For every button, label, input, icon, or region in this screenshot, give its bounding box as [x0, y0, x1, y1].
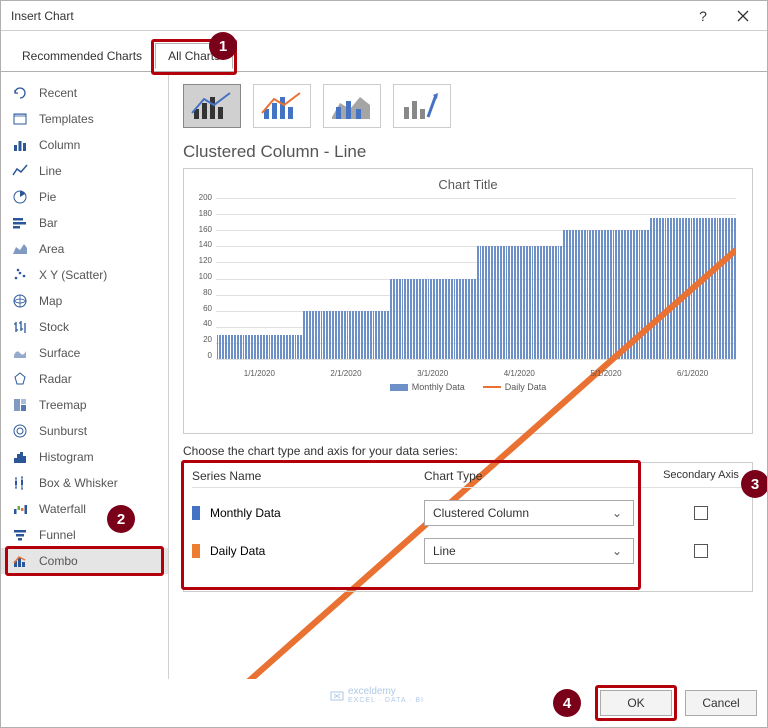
sidebar-item-label: Bar: [39, 216, 58, 230]
sidebar-item-label: Pie: [39, 190, 56, 204]
templates-icon: [11, 110, 29, 128]
sidebar-item-radar[interactable]: Radar: [1, 366, 168, 392]
sidebar-item-recent[interactable]: Recent: [1, 80, 168, 106]
help-button[interactable]: ?: [683, 2, 723, 30]
sidebar-item-label: Surface: [39, 346, 80, 360]
chart-title: Chart Title: [190, 177, 746, 192]
combo-subtype-name: Clustered Column - Line: [183, 142, 753, 162]
recent-icon: [11, 84, 29, 102]
cancel-button[interactable]: Cancel: [685, 690, 757, 716]
callout-badge-3: 3: [741, 470, 767, 498]
chart-body: 200180160140120100806040200 1/1/20202/1/…: [212, 194, 740, 380]
callout-highlight-4: OK: [595, 685, 677, 721]
combo-subtype-icon: [260, 89, 304, 123]
histogram-icon: [11, 448, 29, 466]
dialog-body: Recent Templates Column Line Pie Bar Are…: [1, 71, 767, 679]
secondary-axis-checkbox-monthly[interactable]: [694, 506, 708, 520]
sidebar-item-label: Area: [39, 242, 64, 256]
sidebar-item-label: Templates: [39, 112, 94, 126]
close-button[interactable]: [723, 2, 763, 30]
area-icon: [11, 240, 29, 258]
sidebar-item-label: Line: [39, 164, 62, 178]
subtype-stacked-area-column[interactable]: [323, 84, 381, 128]
subtype-clustered-column-line-secondary[interactable]: [253, 84, 311, 128]
x-axis-ticks: 1/1/20202/1/20203/1/20204/1/20205/1/2020…: [216, 369, 736, 378]
sidebar-item-column[interactable]: Column: [1, 132, 168, 158]
chart-type-sidebar: Recent Templates Column Line Pie Bar Are…: [1, 72, 169, 679]
combo-subtype-icon: [400, 89, 444, 123]
sidebar-item-bar[interactable]: Bar: [1, 210, 168, 236]
sidebar-item-stock[interactable]: Stock: [1, 314, 168, 340]
sidebar-item-label: Histogram: [39, 450, 94, 464]
map-icon: [11, 292, 29, 310]
ok-button[interactable]: OK: [600, 690, 672, 716]
series-config-box: Series Name Chart Type Secondary Axis Mo…: [183, 462, 753, 592]
sidebar-item-histogram[interactable]: Histogram: [1, 444, 168, 470]
sunburst-icon: [11, 422, 29, 440]
dialog-title: Insert Chart: [11, 9, 683, 23]
scatter-icon: [11, 266, 29, 284]
sidebar-item-label: Stock: [39, 320, 69, 334]
line-series: [216, 198, 736, 679]
watermark-logo-icon: [330, 688, 344, 702]
sidebar-item-label: Map: [39, 294, 62, 308]
sidebar-item-templates[interactable]: Templates: [1, 106, 168, 132]
y-axis-ticks: 200180160140120100806040200: [190, 194, 212, 360]
sidebar-item-label: Column: [39, 138, 80, 152]
surface-icon: [11, 344, 29, 362]
title-bar: Insert Chart ?: [1, 1, 767, 31]
radar-icon: [11, 370, 29, 388]
bar-icon: [11, 214, 29, 232]
sidebar-item-pie[interactable]: Pie: [1, 184, 168, 210]
main-panel: Clustered Column - Line Chart Title 2001…: [169, 72, 767, 679]
sidebar-item-surface[interactable]: Surface: [1, 340, 168, 366]
sidebar-item-label: X Y (Scatter): [39, 268, 107, 282]
sidebar-item-map[interactable]: Map: [1, 288, 168, 314]
sidebar-item-box-whisker[interactable]: Box & Whisker: [1, 470, 168, 496]
waterfall-icon: [11, 500, 29, 518]
box-whisker-icon: [11, 474, 29, 492]
sidebar-item-label: Treemap: [39, 398, 87, 412]
treemap-icon: [11, 396, 29, 414]
sidebar-item-scatter[interactable]: X Y (Scatter): [1, 262, 168, 288]
watermark: exceldemy EXCEL · DATA · BI: [330, 686, 424, 704]
watermark-tag: EXCEL · DATA · BI: [348, 697, 424, 704]
line-icon: [11, 162, 29, 180]
callout-highlight-3: [181, 460, 641, 590]
secondary-axis-checkbox-daily[interactable]: [694, 544, 708, 558]
sidebar-item-line[interactable]: Line: [1, 158, 168, 184]
pie-icon: [11, 188, 29, 206]
sidebar-item-label: Funnel: [39, 528, 76, 542]
tab-bar: Recommended Charts All Charts 1: [1, 43, 767, 71]
chart-preview: Chart Title 200180160140120100806040200 …: [183, 168, 753, 434]
sidebar-item-treemap[interactable]: Treemap: [1, 392, 168, 418]
sidebar-item-sunburst[interactable]: Sunburst: [1, 418, 168, 444]
tab-recommended-charts[interactable]: Recommended Charts: [9, 43, 155, 71]
subtype-custom-combo[interactable]: [393, 84, 451, 128]
funnel-icon: [11, 526, 29, 544]
callout-badge-1: 1: [209, 32, 237, 60]
subtype-clustered-column-line[interactable]: [183, 84, 241, 128]
sidebar-item-label: Radar: [39, 372, 72, 386]
sidebar-item-waterfall[interactable]: Waterfall: [1, 496, 168, 522]
combo-subtype-row: [183, 84, 753, 128]
plot-area: [216, 198, 736, 360]
close-icon: [737, 10, 749, 22]
sidebar-item-area[interactable]: Area: [1, 236, 168, 262]
sidebar-item-funnel[interactable]: Funnel: [1, 522, 168, 548]
col-header-axis: Secondary Axis: [658, 469, 744, 483]
insert-chart-dialog: Insert Chart ? Recommended Charts All Ch…: [0, 0, 768, 728]
callout-highlight-2: [5, 546, 164, 576]
callout-badge-2: 2: [107, 505, 135, 533]
sidebar-item-label: Waterfall: [39, 502, 86, 516]
sidebar-item-label: Recent: [39, 86, 77, 100]
stock-icon: [11, 318, 29, 336]
watermark-brand: exceldemy: [348, 686, 424, 697]
sidebar-item-label: Sunburst: [39, 424, 87, 438]
column-icon: [11, 136, 29, 154]
callout-badge-4: 4: [553, 689, 581, 717]
combo-subtype-icon: [330, 89, 374, 123]
combo-subtype-icon: [190, 89, 234, 123]
sidebar-item-label: Box & Whisker: [39, 476, 118, 490]
